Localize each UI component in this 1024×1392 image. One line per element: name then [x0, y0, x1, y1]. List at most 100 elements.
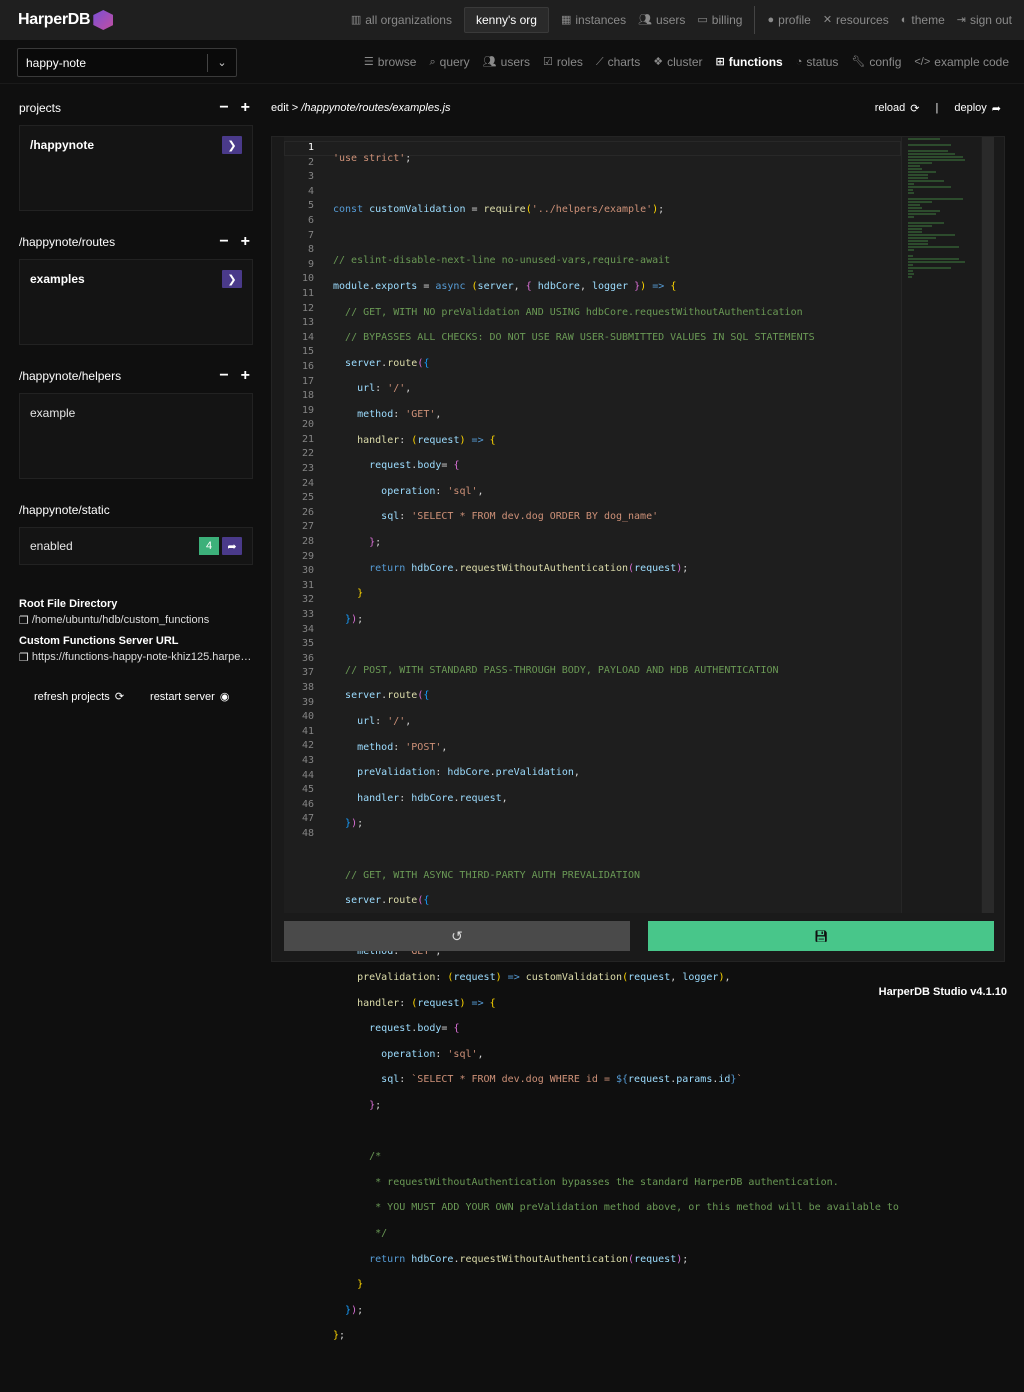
org-nav: ▥ all organizations kenny's org ▦ instance…	[339, 0, 1012, 40]
chevron-down-icon: ⌄	[217, 57, 227, 69]
helpers-list: example	[19, 393, 253, 479]
root-dir-value[interactable]: ❐/home/ubuntu/hdb/custom_functions	[19, 614, 253, 627]
tab-label: query	[439, 55, 470, 69]
nav-label: resources	[836, 13, 889, 27]
nav-profile[interactable]: ● profile	[767, 13, 810, 27]
code-minimap[interactable]	[901, 137, 981, 913]
line-number: 5	[307, 200, 314, 212]
nav-sign-out[interactable]: ⇥ sign out	[957, 13, 1012, 27]
minimap-line	[908, 270, 913, 272]
line-number: 13	[301, 317, 314, 329]
tab-status[interactable]: ◔ status	[796, 55, 839, 69]
tab-label: charts	[607, 55, 641, 69]
line-number: 3	[307, 171, 314, 183]
routes-header: /happynote/routes − +	[19, 232, 253, 252]
sign-out-icon: ⇥	[956, 13, 966, 26]
refresh-projects-button[interactable]: refresh projects ⟳	[34, 690, 124, 704]
tab-users[interactable]: 👥︎ users	[483, 55, 530, 69]
tab-cluster[interactable]: ❖ cluster	[653, 55, 702, 69]
code-text[interactable]: 'use strict'; const customValidation = r…	[333, 141, 899, 1392]
line-number: 41	[301, 725, 314, 737]
tab-label: users	[500, 55, 530, 69]
current-org-badge[interactable]: kenny's org	[463, 7, 549, 33]
tab-example-code[interactable]: </> example code	[914, 55, 1009, 69]
share-icon[interactable]: ➦	[222, 537, 242, 555]
nav-theme[interactable]: ◐ theme	[901, 13, 945, 27]
tab-label: status	[806, 55, 839, 69]
top-navbar: HarperDB ▥ all organizations kenny's org …	[0, 0, 1024, 40]
plus-icon[interactable]: +	[241, 367, 250, 385]
section-title: projects	[19, 101, 62, 115]
nav-resources[interactable]: ✕ resources	[823, 13, 889, 27]
refresh-icon: ⟳	[910, 102, 920, 115]
tab-charts[interactable]: ⟋ charts	[596, 55, 640, 69]
line-number: 30	[301, 565, 314, 577]
deploy-button[interactable]: deploy ➦	[954, 102, 1001, 115]
minimap-line	[908, 186, 952, 188]
minimap-line	[908, 165, 920, 167]
list-item[interactable]: examples ❯	[30, 270, 242, 288]
minimap-line	[908, 180, 944, 182]
nav-label: all organizations	[365, 13, 452, 27]
list-icon: ☰	[363, 55, 374, 68]
instance-select[interactable]: happy-note ⌄	[17, 48, 237, 77]
minus-icon[interactable]: −	[219, 99, 228, 117]
copy-icon[interactable]: ❐	[19, 651, 29, 664]
user-icon: ●	[767, 13, 775, 26]
reload-button[interactable]: reload ⟳	[875, 102, 920, 115]
code-editor[interactable]: 1 2 3 4 5 6 7 8 9 10 11 12 13 14 15 16 17 18 19 20 21 22 23 24 2…	[284, 137, 994, 1341]
list-item[interactable]: example	[30, 404, 242, 422]
line-number: 8	[307, 244, 314, 256]
restart-server-button[interactable]: restart server ◉	[150, 690, 229, 704]
chevron-right-icon[interactable]: ❯	[222, 270, 242, 288]
revert-button[interactable]: ↺	[284, 921, 630, 951]
tab-functions[interactable]: ⊞ functions	[715, 55, 782, 69]
line-number: 11	[301, 287, 314, 299]
line-number: 4	[307, 185, 314, 197]
section-title: /happynote/static	[19, 503, 110, 517]
nav-billing[interactable]: ▭ billing	[697, 13, 742, 27]
list-item[interactable]: /happynote ❯	[30, 136, 242, 154]
building-icon: ▥	[350, 13, 362, 26]
tab-label: config	[869, 55, 902, 69]
tab-query[interactable]: ⌕ query	[429, 55, 469, 69]
studio-version: HarperDB Studio v4.1.10	[878, 986, 1007, 998]
line-number: 31	[301, 579, 314, 591]
line-number: 16	[301, 360, 314, 372]
functions-sidebar: projects − + /happynote ❯ /happynote/rout…	[19, 98, 253, 703]
minimap-line	[908, 216, 915, 218]
chevron-right-icon[interactable]: ❯	[222, 136, 242, 154]
tab-label: roles	[556, 55, 583, 69]
nav-all-organizations[interactable]: ▥ all organizations	[351, 13, 452, 27]
harperdb-logo[interactable]: HarperDB	[18, 9, 114, 31]
editor-panel: edit > /happynote/routes/examples.js rel…	[271, 98, 1005, 1341]
minus-icon[interactable]: −	[219, 233, 228, 251]
plus-icon[interactable]: +	[241, 99, 250, 117]
nav-instances[interactable]: ▦ instances	[561, 13, 626, 27]
line-number: 18	[301, 390, 314, 402]
nav-users[interactable]: 👥︎ users	[638, 13, 685, 27]
projects-header: projects − +	[19, 98, 253, 118]
minimap-line	[908, 234, 956, 236]
line-number: 45	[301, 784, 314, 796]
editor-container: 1 2 3 4 5 6 7 8 9 10 11 12 13 14 15 16 17 18 19 20 21 22 23 24 2…	[271, 136, 1005, 1341]
check-square-icon: ☑	[542, 55, 553, 68]
tab-roles[interactable]: ☑ roles	[543, 55, 583, 69]
editor-scrollbar[interactable]	[982, 137, 994, 913]
button-label: restart server	[150, 690, 215, 703]
file-count-badge: 4	[199, 537, 219, 555]
minimap-line	[908, 264, 913, 266]
tab-config[interactable]: 🔧︎ config	[851, 55, 901, 69]
tab-browse[interactable]: ☰ browse	[364, 55, 417, 69]
minimap-line	[908, 246, 960, 248]
save-button[interactable]: 💾︎	[648, 921, 994, 951]
server-url-value[interactable]: ❐ https://functions-happy-note-khiz125.ha…	[19, 651, 253, 664]
minimap-line	[908, 192, 915, 194]
copy-icon[interactable]: ❐	[19, 614, 29, 627]
plus-icon[interactable]: +	[241, 233, 250, 251]
minus-icon[interactable]: −	[219, 367, 228, 385]
minimap-line	[908, 267, 952, 269]
dashboard-icon: ◔	[795, 55, 803, 68]
users-icon: 👥︎	[638, 13, 653, 26]
minimap-line	[908, 276, 912, 278]
